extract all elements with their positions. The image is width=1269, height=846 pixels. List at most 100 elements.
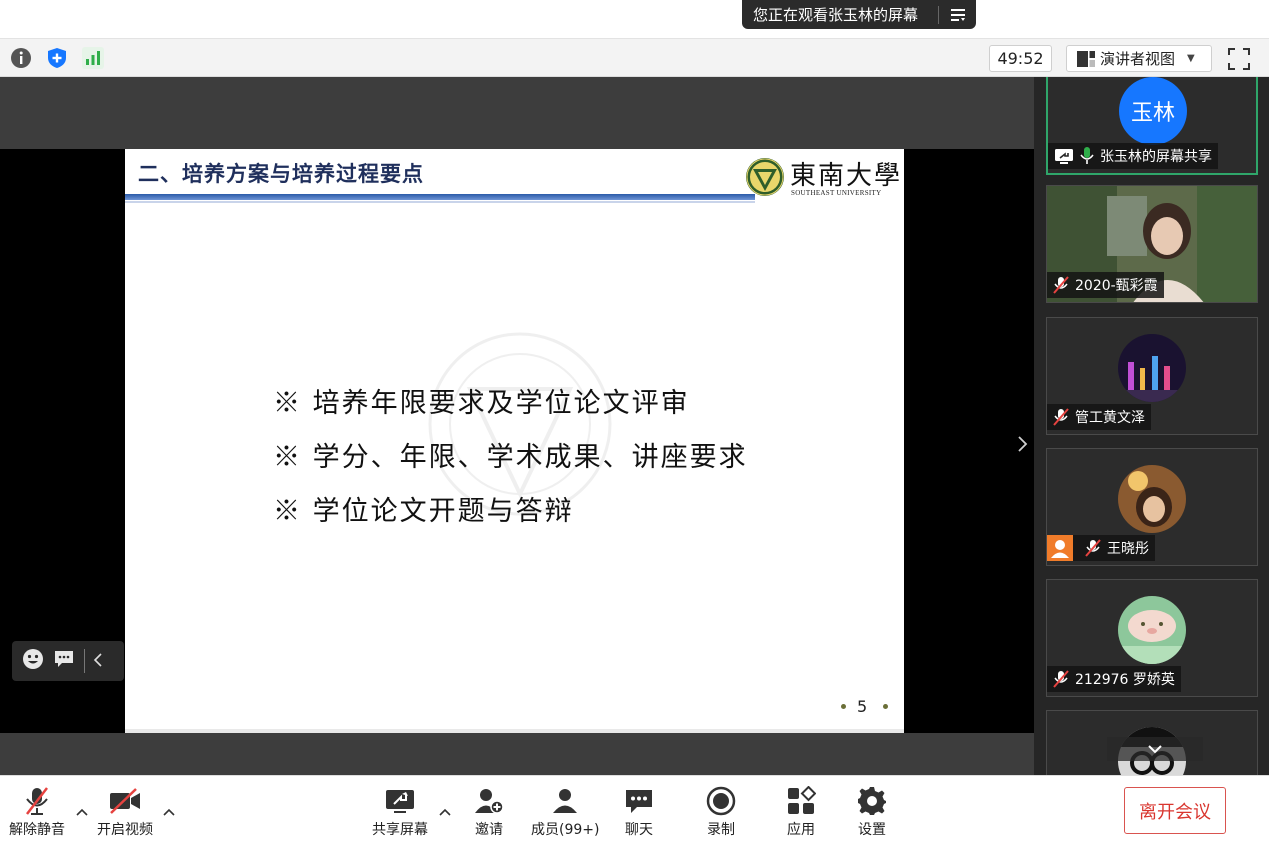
chevron-up-icon[interactable] [76, 802, 88, 816]
apps-button[interactable]: 应用 [786, 786, 816, 839]
microphone-muted-icon [1085, 539, 1101, 557]
bullet-item: ※ 学位论文开题与答辩 [273, 496, 574, 527]
invite-label: 邀请 [475, 822, 503, 838]
meeting-timer: 49:52 [989, 45, 1052, 72]
university-name-en: SOUTHEAST UNIVERSITY [791, 189, 882, 197]
shared-screen-stage: 二、培养方案与培养过程要点 東南大學 SOUTHEAST UNIVERSITY … [0, 77, 1043, 775]
slide-page-number: 5 [841, 697, 889, 716]
slide-title-rule [125, 194, 755, 200]
page-dot-left [841, 704, 846, 709]
university-name-cn: 東南大學 [790, 161, 903, 191]
share-screen-label: 共享屏幕 [372, 822, 428, 838]
avatar: 玉林 [1119, 77, 1187, 145]
record-button[interactable]: 录制 [706, 786, 736, 839]
chat-button[interactable]: 聊天 [624, 786, 654, 839]
participant-tile[interactable]: 管工黄文泽 [1046, 317, 1258, 435]
slide-header: 二、培养方案与培养过程要点 東南大學 SOUTHEAST UNIVERSITY [125, 149, 904, 203]
bullet-item: ※ 培养年限要求及学位论文评审 [273, 388, 690, 419]
window-title-strip: 您正在观看张玉林的屏幕 [0, 0, 1269, 38]
participant-name: 王晓彤 [1107, 541, 1149, 557]
start-video-button[interactable]: 开启视频 [97, 786, 153, 839]
chevron-down-icon: ▼ [1187, 53, 1195, 64]
avatar [1118, 596, 1186, 664]
unmute-button[interactable]: 解除静音 [9, 786, 65, 839]
participant-name: 张玉林的屏幕共享 [1100, 149, 1212, 165]
host-badge-icon [1047, 535, 1073, 561]
participant-name-tag: 2020-甄彩霞 [1047, 272, 1164, 298]
bullet-item: ※ 学分、年限、学术成果、讲座要求 [273, 442, 748, 473]
page-number-text: 5 [857, 697, 868, 716]
participants-gallery[interactable]: 玉林 张玉林的屏幕共享 2020-甄彩霞 管工黄文泽 王晓彤 212976 罗娇… [1034, 77, 1269, 775]
apps-icon [788, 786, 816, 814]
gear-icon [858, 787, 886, 815]
unmute-label: 解除静音 [9, 822, 65, 838]
reaction-divider [84, 649, 85, 673]
record-icon [706, 786, 736, 816]
camera-off-icon [110, 788, 140, 814]
emoji-icon[interactable] [22, 648, 44, 674]
participant-name-tag: 张玉林的屏幕共享 [1048, 143, 1218, 169]
scroll-down-icon[interactable] [1107, 737, 1203, 761]
participant-tile[interactable]: 王晓彤 [1046, 448, 1258, 566]
participant-name-tag: 212976 罗娇英 [1047, 666, 1181, 692]
add-user-icon [475, 789, 504, 814]
share-screen-button[interactable]: 共享屏幕 [372, 786, 428, 839]
reaction-toolbar [12, 641, 124, 681]
slide-title-rule-light [125, 201, 755, 203]
members-icon [553, 789, 578, 813]
view-mode-label: 演讲者视图 [1100, 50, 1176, 68]
settings-button[interactable]: 设置 [857, 786, 887, 839]
avatar [1118, 334, 1186, 402]
university-emblem-icon [746, 158, 784, 196]
microphone-muted-icon [1053, 670, 1069, 688]
security-shield-icon[interactable] [46, 47, 68, 69]
participant-name: 管工黄文泽 [1075, 410, 1145, 426]
apps-label: 应用 [787, 822, 815, 838]
microphone-on-icon [1080, 147, 1094, 164]
participant-tile[interactable]: 212976 罗娇英 [1046, 579, 1258, 697]
participant-name-tag: 管工黄文泽 [1047, 404, 1151, 430]
members-label: 成员(99+) [531, 822, 600, 838]
page-dot-right [883, 704, 889, 709]
slide-bullet-list: ※ 培养年限要求及学位论文评审 ※ 学分、年限、学术成果、讲座要求 ※ 学位论文… [273, 377, 748, 539]
chevron-right-icon[interactable] [1016, 432, 1030, 456]
screen-share-icon [1055, 149, 1073, 164]
barrage-icon[interactable] [54, 650, 74, 672]
avatar-initials: 玉林 [1130, 101, 1175, 126]
share-screen-icon [386, 790, 414, 813]
slide-title: 二、培养方案与培养过程要点 [138, 161, 424, 186]
chevron-up-icon[interactable] [163, 802, 175, 816]
participant-name: 212976 罗娇英 [1075, 672, 1175, 688]
sharing-status-text: 您正在观看张玉林的屏幕 [753, 6, 919, 24]
members-button[interactable]: 成员(99+) [531, 786, 599, 839]
settings-label: 设置 [858, 822, 886, 838]
slide-bottom-edge [125, 729, 904, 733]
microphone-muted-icon [26, 787, 48, 815]
fullscreen-icon[interactable] [1227, 47, 1251, 71]
participant-name: 2020-甄彩霞 [1075, 278, 1158, 294]
leave-meeting-button[interactable]: 离开会议 [1124, 787, 1226, 834]
participant-tile[interactable]: 玉林 张玉林的屏幕共享 [1046, 77, 1258, 175]
meeting-controls-bar: 解除静音 开启视频 共享屏幕 邀请 成员(99+) 聊天 录制 应用 设置 离开… [0, 775, 1269, 846]
avatar [1118, 465, 1186, 533]
chevron-up-icon[interactable] [439, 802, 451, 816]
banner-menu-icon[interactable] [939, 8, 976, 21]
participant-tile[interactable] [1046, 710, 1258, 775]
chat-label: 聊天 [625, 822, 653, 838]
info-icon[interactable] [10, 47, 32, 69]
view-mode-dropdown[interactable]: 演讲者视图 ▼ [1066, 45, 1212, 72]
microphone-muted-icon [1053, 408, 1069, 426]
record-label: 录制 [707, 822, 735, 838]
chat-icon [626, 790, 652, 813]
participant-name-tag: 王晓彤 [1047, 535, 1155, 561]
network-signal-icon[interactable] [82, 47, 104, 69]
screen-sharing-banner[interactable]: 您正在观看张玉林的屏幕 [742, 0, 976, 29]
microphone-muted-icon [1053, 276, 1069, 294]
participant-tile[interactable]: 2020-甄彩霞 [1046, 185, 1258, 303]
meeting-top-toolbar: 49:52 演讲者视图 ▼ [0, 38, 1269, 77]
start-video-label: 开启视频 [97, 822, 153, 838]
collapse-left-icon[interactable] [93, 652, 103, 671]
invite-button[interactable]: 邀请 [473, 786, 505, 839]
layout-icon [1077, 50, 1095, 67]
presentation-slide: 二、培养方案与培养过程要点 東南大學 SOUTHEAST UNIVERSITY … [125, 149, 904, 733]
